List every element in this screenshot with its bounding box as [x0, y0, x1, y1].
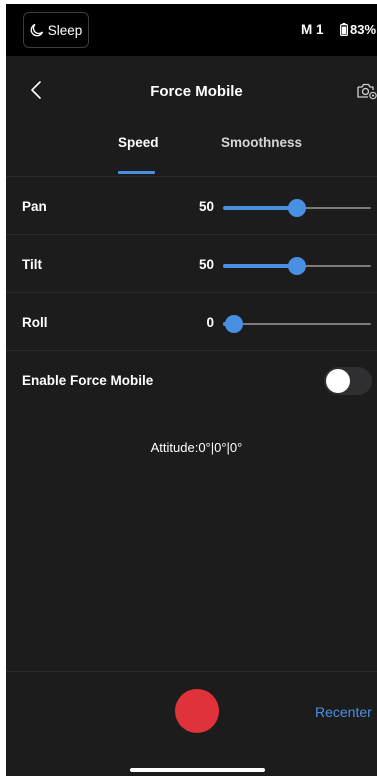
sleep-button[interactable]: Sleep [23, 12, 89, 48]
status-bar: Sleep M 1 83% [6, 4, 377, 56]
slider-thumb[interactable] [288, 257, 306, 275]
tab-bar: Speed Smoothness [6, 124, 377, 174]
header: Force Mobile [6, 56, 377, 124]
attitude-readout: Attitude:0°|0°|0° [150, 440, 243, 455]
enable-force-mobile-toggle[interactable] [324, 367, 372, 395]
toggle-knob [326, 369, 350, 393]
pan-row: Pan 50 [6, 177, 377, 235]
home-indicator[interactable] [130, 768, 265, 772]
battery-icon [340, 23, 348, 36]
tab-smoothness[interactable]: Smoothness [221, 135, 302, 150]
slider-track [223, 323, 371, 325]
moon-icon [30, 23, 44, 37]
pan-slider[interactable] [223, 194, 371, 222]
mode-indicator: M 1 [301, 22, 324, 37]
slider-thumb[interactable] [225, 315, 243, 333]
page-title: Force Mobile [150, 83, 243, 100]
slider-fill [223, 206, 297, 210]
roll-row: Roll 0 [6, 293, 377, 351]
tab-speed[interactable]: Speed [118, 135, 159, 150]
enable-force-mobile-label: Enable Force Mobile [22, 373, 154, 388]
camera-settings-icon [356, 83, 377, 105]
active-tab-indicator [118, 171, 155, 174]
tilt-value: 50 [198, 257, 214, 272]
slider-thumb[interactable] [288, 199, 306, 217]
slider-fill [223, 264, 297, 268]
roll-value: 0 [206, 315, 214, 330]
roll-slider[interactable] [223, 310, 371, 338]
tilt-slider[interactable] [223, 252, 371, 280]
pan-value: 50 [198, 199, 214, 214]
battery-percent: 83% [350, 22, 377, 37]
record-button[interactable] [175, 689, 219, 733]
tilt-label: Tilt [22, 257, 42, 272]
sleep-label: Sleep [47, 22, 83, 38]
enable-force-mobile-row: Enable Force Mobile [6, 351, 377, 409]
divider [6, 671, 377, 672]
camera-settings-button[interactable] [356, 81, 377, 101]
recenter-button[interactable]: Recenter [315, 704, 372, 720]
app-screen: Sleep M 1 83% Force Mobile Speed Smoothn… [6, 4, 377, 776]
tilt-row: Tilt 50 [6, 235, 377, 293]
pan-label: Pan [22, 199, 47, 214]
battery-indicator: 83% [340, 22, 376, 37]
roll-label: Roll [22, 315, 48, 330]
